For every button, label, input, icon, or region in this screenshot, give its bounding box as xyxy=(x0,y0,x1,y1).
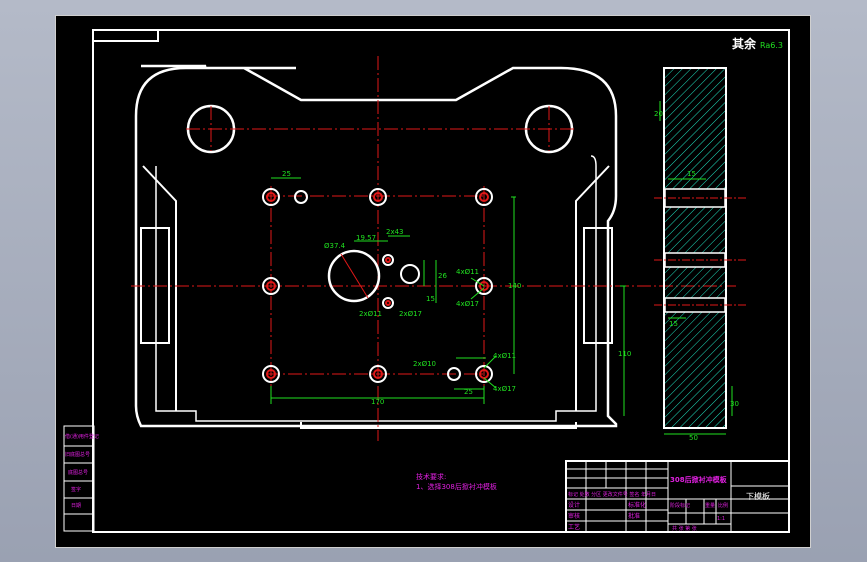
dimension-texts: 25 19.57 2x43 Ø37.4 26 15 4xØ11 4xØ17 14… xyxy=(282,170,631,406)
center-lines xyxy=(131,56,736,441)
dim-4x17b: 4xØ17 xyxy=(493,385,516,393)
plate-outline xyxy=(134,64,618,428)
side-row-3: 底图总号 xyxy=(68,469,88,476)
dim-2x10: 2xØ10 xyxy=(413,360,436,368)
approve-label: 批准 xyxy=(628,512,640,520)
dim-110: 110 xyxy=(618,350,631,358)
weight-label: 重量 xyxy=(705,502,715,509)
standard-label: 标准化 xyxy=(628,501,646,509)
scale-value: 1:1 xyxy=(717,516,725,522)
cad-viewer: 25 19.57 2x43 Ø37.4 26 15 4xØ11 4xØ17 14… xyxy=(0,0,867,562)
section-dim-30: 30 xyxy=(730,400,739,408)
dim-25b: 25 xyxy=(464,388,473,396)
dim-19-57: 19.57 xyxy=(356,234,376,242)
frame-corner-box xyxy=(93,30,159,42)
dim-170: 170 xyxy=(371,398,384,406)
stage-label: 阶段标记 xyxy=(670,502,690,509)
dim-2x43: 2x43 xyxy=(386,228,404,236)
dim-4x11: 4xØ11 xyxy=(456,268,479,276)
dim-15: 15 xyxy=(426,295,435,303)
dim-4x17: 4xØ17 xyxy=(456,300,479,308)
notes-title: 技术要求: xyxy=(416,472,446,481)
dim-2x11: 2xØ11 xyxy=(359,310,382,318)
row-header: 标记 处数 分区 更改文件号 签名 年月日 xyxy=(568,491,656,498)
dim-26: 26 xyxy=(438,272,447,280)
section-dim-20: 20 xyxy=(654,110,663,118)
dim-140: 140 xyxy=(508,282,521,290)
dim-4x11b: 4xØ11 xyxy=(493,352,516,360)
drawing-canvas[interactable]: 25 19.57 2x43 Ø37.4 26 15 4xØ11 4xØ17 14… xyxy=(55,15,811,548)
side-row-5: 日期 xyxy=(71,503,81,509)
title-block-texts: 308后掀衬冲模板 下模板 标记 处数 分区 更改文件号 签名 年月日 设计 标… xyxy=(568,475,770,532)
audit-label: 审核 xyxy=(568,512,580,520)
section-view: 50 15 15 30 20 xyxy=(654,67,746,442)
scale-label: 比例 xyxy=(718,502,728,509)
sheet-label: 共 张 第 张 xyxy=(672,525,697,532)
section-dim-50: 50 xyxy=(689,434,698,442)
hole-diameter-line xyxy=(340,253,369,299)
dim-25: 25 xyxy=(282,170,291,178)
side-row-4: 签字 xyxy=(71,486,81,493)
product-name: 308后掀衬冲模板 xyxy=(670,475,728,484)
process-label: 工艺 xyxy=(568,523,580,531)
section-dim-15a: 15 xyxy=(687,170,696,178)
notes-item: 1、选择308后掀衬冲模板 xyxy=(416,482,497,491)
dim-d37-4: Ø37.4 xyxy=(324,242,346,250)
drawing-svg: 25 19.57 2x43 Ø37.4 26 15 4xØ11 4xØ17 14… xyxy=(63,29,790,533)
part-name: 下模板 xyxy=(746,491,770,501)
roughness-value: Ra6.3 xyxy=(760,41,783,50)
side-table xyxy=(63,425,95,532)
designer-label: 设计 xyxy=(568,501,580,509)
side-row-2: 旧底图总号 xyxy=(65,451,90,458)
roughness-label: 其余 xyxy=(732,36,757,51)
section-dim-15b: 15 xyxy=(669,320,678,328)
dimension-lines xyxy=(270,177,626,416)
side-row-1: 借(通)用件登记 xyxy=(65,433,99,440)
dim-2x17: 2xØ17 xyxy=(399,310,422,318)
